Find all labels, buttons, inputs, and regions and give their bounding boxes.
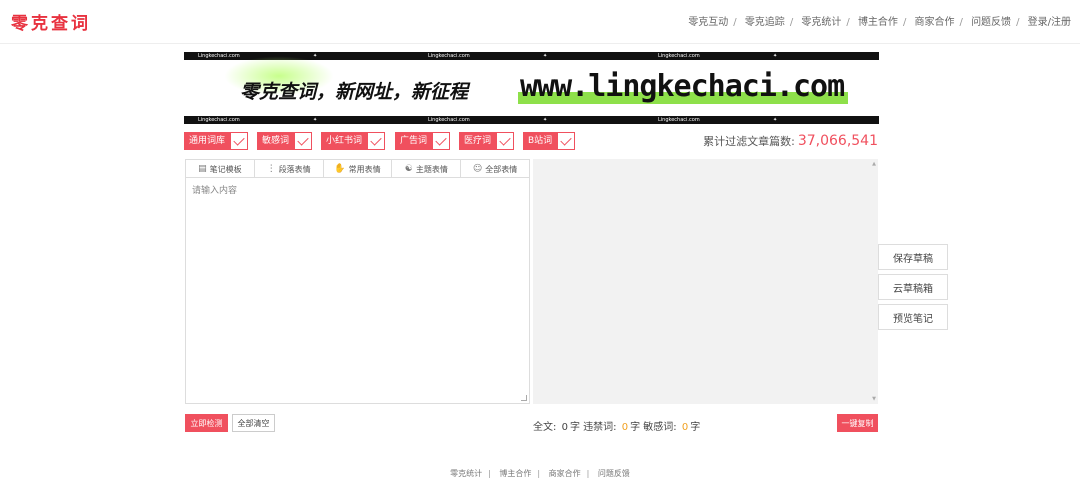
nav-separator: /: [1016, 17, 1020, 28]
char-unit: 字: [630, 422, 641, 433]
tool-common-emoji[interactable]: ✋ 常用表情: [324, 160, 393, 178]
filter-label: B站词: [523, 132, 558, 150]
content-editor: ▤ 笔记模板 ⋮ 段落表情 ✋ 常用表情 ☯ 主题表情 ☺ 全部表情: [185, 159, 530, 404]
top-nav: 零克互动 / 零克追踪 / 零克统计 / 博主合作 / 商家合作 / 问题反馈 / 登录/注…: [688, 13, 1071, 28]
full-text-count: 0: [561, 422, 568, 433]
content-input[interactable]: [186, 179, 529, 403]
tool-theme-emoji[interactable]: ☯ 主题表情: [392, 160, 462, 178]
banner-slogan: 零克查词，新网址，新征程: [240, 81, 469, 103]
tool-note-template[interactable]: ▤ 笔记模板: [186, 160, 255, 178]
footer-separator: |: [488, 469, 491, 478]
counter-value: 37,066,541: [797, 133, 878, 149]
top-bar: 零克查词 零克互动 / 零克追踪 / 零克统计 / 博主合作 / 商家合作 / 问题反馈 /…: [0, 0, 1080, 44]
banned-words-label: 违禁词:: [583, 422, 617, 433]
cloud-drafts-button[interactable]: 云草稿箱: [878, 274, 948, 300]
nav-statistics[interactable]: 零克统计: [801, 17, 841, 28]
nav-interaction[interactable]: 零克互动: [688, 17, 728, 28]
banned-words-count: 0: [621, 422, 629, 433]
site-logo[interactable]: 零克查词: [11, 9, 91, 34]
footer-feedback[interactable]: 问题反馈: [598, 469, 630, 478]
footer-blogger-cooperation[interactable]: 博主合作: [499, 469, 531, 478]
footer-links: 零克统计 | 博主合作 | 商家合作 | 问题反馈: [0, 468, 1080, 479]
check-icon[interactable]: [557, 132, 576, 150]
filter-advertising[interactable]: 广告词: [395, 132, 451, 150]
check-now-button[interactable]: 立即检测: [185, 414, 228, 432]
check-icon[interactable]: [496, 132, 515, 150]
full-text-label: 全文:: [533, 422, 557, 433]
more-vertical-icon: ⋮: [266, 164, 276, 174]
nav-tracking[interactable]: 零克追踪: [745, 17, 785, 28]
char-unit: 字: [569, 422, 580, 433]
char-unit: 字: [690, 422, 701, 433]
banner-bottom-stripe: Lingkechaci.com ✦ Lingkechaci.com ✦ Lingkech…: [184, 116, 879, 124]
nav-merchant-cooperation[interactable]: 商家合作: [915, 17, 955, 28]
check-icon[interactable]: [432, 132, 451, 150]
promo-banner[interactable]: Lingkechaci.com ✦ Lingkechaci.com ✦ Lingkech…: [184, 52, 879, 124]
filter-general[interactable]: 通用词库: [184, 132, 249, 150]
nav-blogger-cooperation[interactable]: 博主合作: [858, 17, 898, 28]
footer-separator: |: [537, 469, 541, 478]
hand-icon: ✋: [334, 164, 346, 174]
filter-bilibili[interactable]: B站词: [523, 132, 576, 150]
sensitive-words-count: 0: [681, 422, 689, 433]
tool-all-emoji[interactable]: ☺ 全部表情: [461, 160, 529, 178]
filter-label: 通用词库: [184, 132, 231, 150]
footer-statistics[interactable]: 零克统计: [450, 469, 482, 478]
footer-merchant-cooperation[interactable]: 商家合作: [549, 469, 581, 478]
filter-label: 医疗词: [459, 132, 497, 150]
resize-handle-icon[interactable]: [521, 395, 527, 401]
nav-separator: /: [733, 17, 737, 28]
notebook-icon: ▤: [198, 164, 207, 174]
save-draft-button[interactable]: 保存草稿: [878, 244, 948, 270]
word-stats: 全文: 0字 违禁词: 0字 敏感词: 0字: [533, 418, 700, 433]
editor-toolbar: ▤ 笔记模板 ⋮ 段落表情 ✋ 常用表情 ☯ 主题表情 ☺ 全部表情: [186, 160, 529, 178]
filter-xiaohongshu[interactable]: 小红书词: [321, 132, 386, 150]
nav-separator: /: [902, 17, 907, 28]
filter-label: 小红书词: [321, 132, 368, 150]
tool-paragraph-emoji[interactable]: ⋮ 段落表情: [255, 160, 324, 178]
nav-separator: /: [959, 17, 963, 28]
nav-separator: /: [846, 17, 850, 28]
nav-login-register[interactable]: 登录/注册: [1028, 17, 1071, 28]
scroll-up-icon[interactable]: ▲: [872, 161, 876, 167]
banner-url: www.lingkechaci.com: [520, 69, 845, 104]
scroll-down-icon[interactable]: ▼: [872, 396, 876, 402]
check-icon[interactable]: [294, 132, 313, 150]
check-icon[interactable]: [367, 132, 386, 150]
counter-label: 累计过滤文章篇数:: [703, 135, 795, 148]
filter-sensitive[interactable]: 敏感词: [257, 132, 313, 150]
filter-label: 广告词: [395, 132, 433, 150]
preview-note-button[interactable]: 预览笔记: [878, 304, 948, 330]
article-counter: 累计过滤文章篇数: 37,066,541: [703, 133, 878, 149]
sensitive-words-label: 敏感词:: [643, 422, 677, 433]
preview-pane: ▲ ▼: [533, 159, 878, 404]
clear-all-button[interactable]: 全部清空: [232, 414, 275, 432]
filter-medical[interactable]: 医疗词: [459, 132, 515, 150]
nav-separator: /: [789, 17, 794, 28]
smiley-icon: ☺: [472, 164, 483, 174]
check-icon[interactable]: [230, 132, 249, 150]
nav-feedback[interactable]: 问题反馈: [971, 17, 1011, 28]
footer-separator: |: [586, 469, 590, 478]
filter-label: 敏感词: [257, 132, 295, 150]
copy-all-button[interactable]: 一键复制: [837, 414, 878, 432]
palette-icon: ☯: [404, 164, 413, 174]
